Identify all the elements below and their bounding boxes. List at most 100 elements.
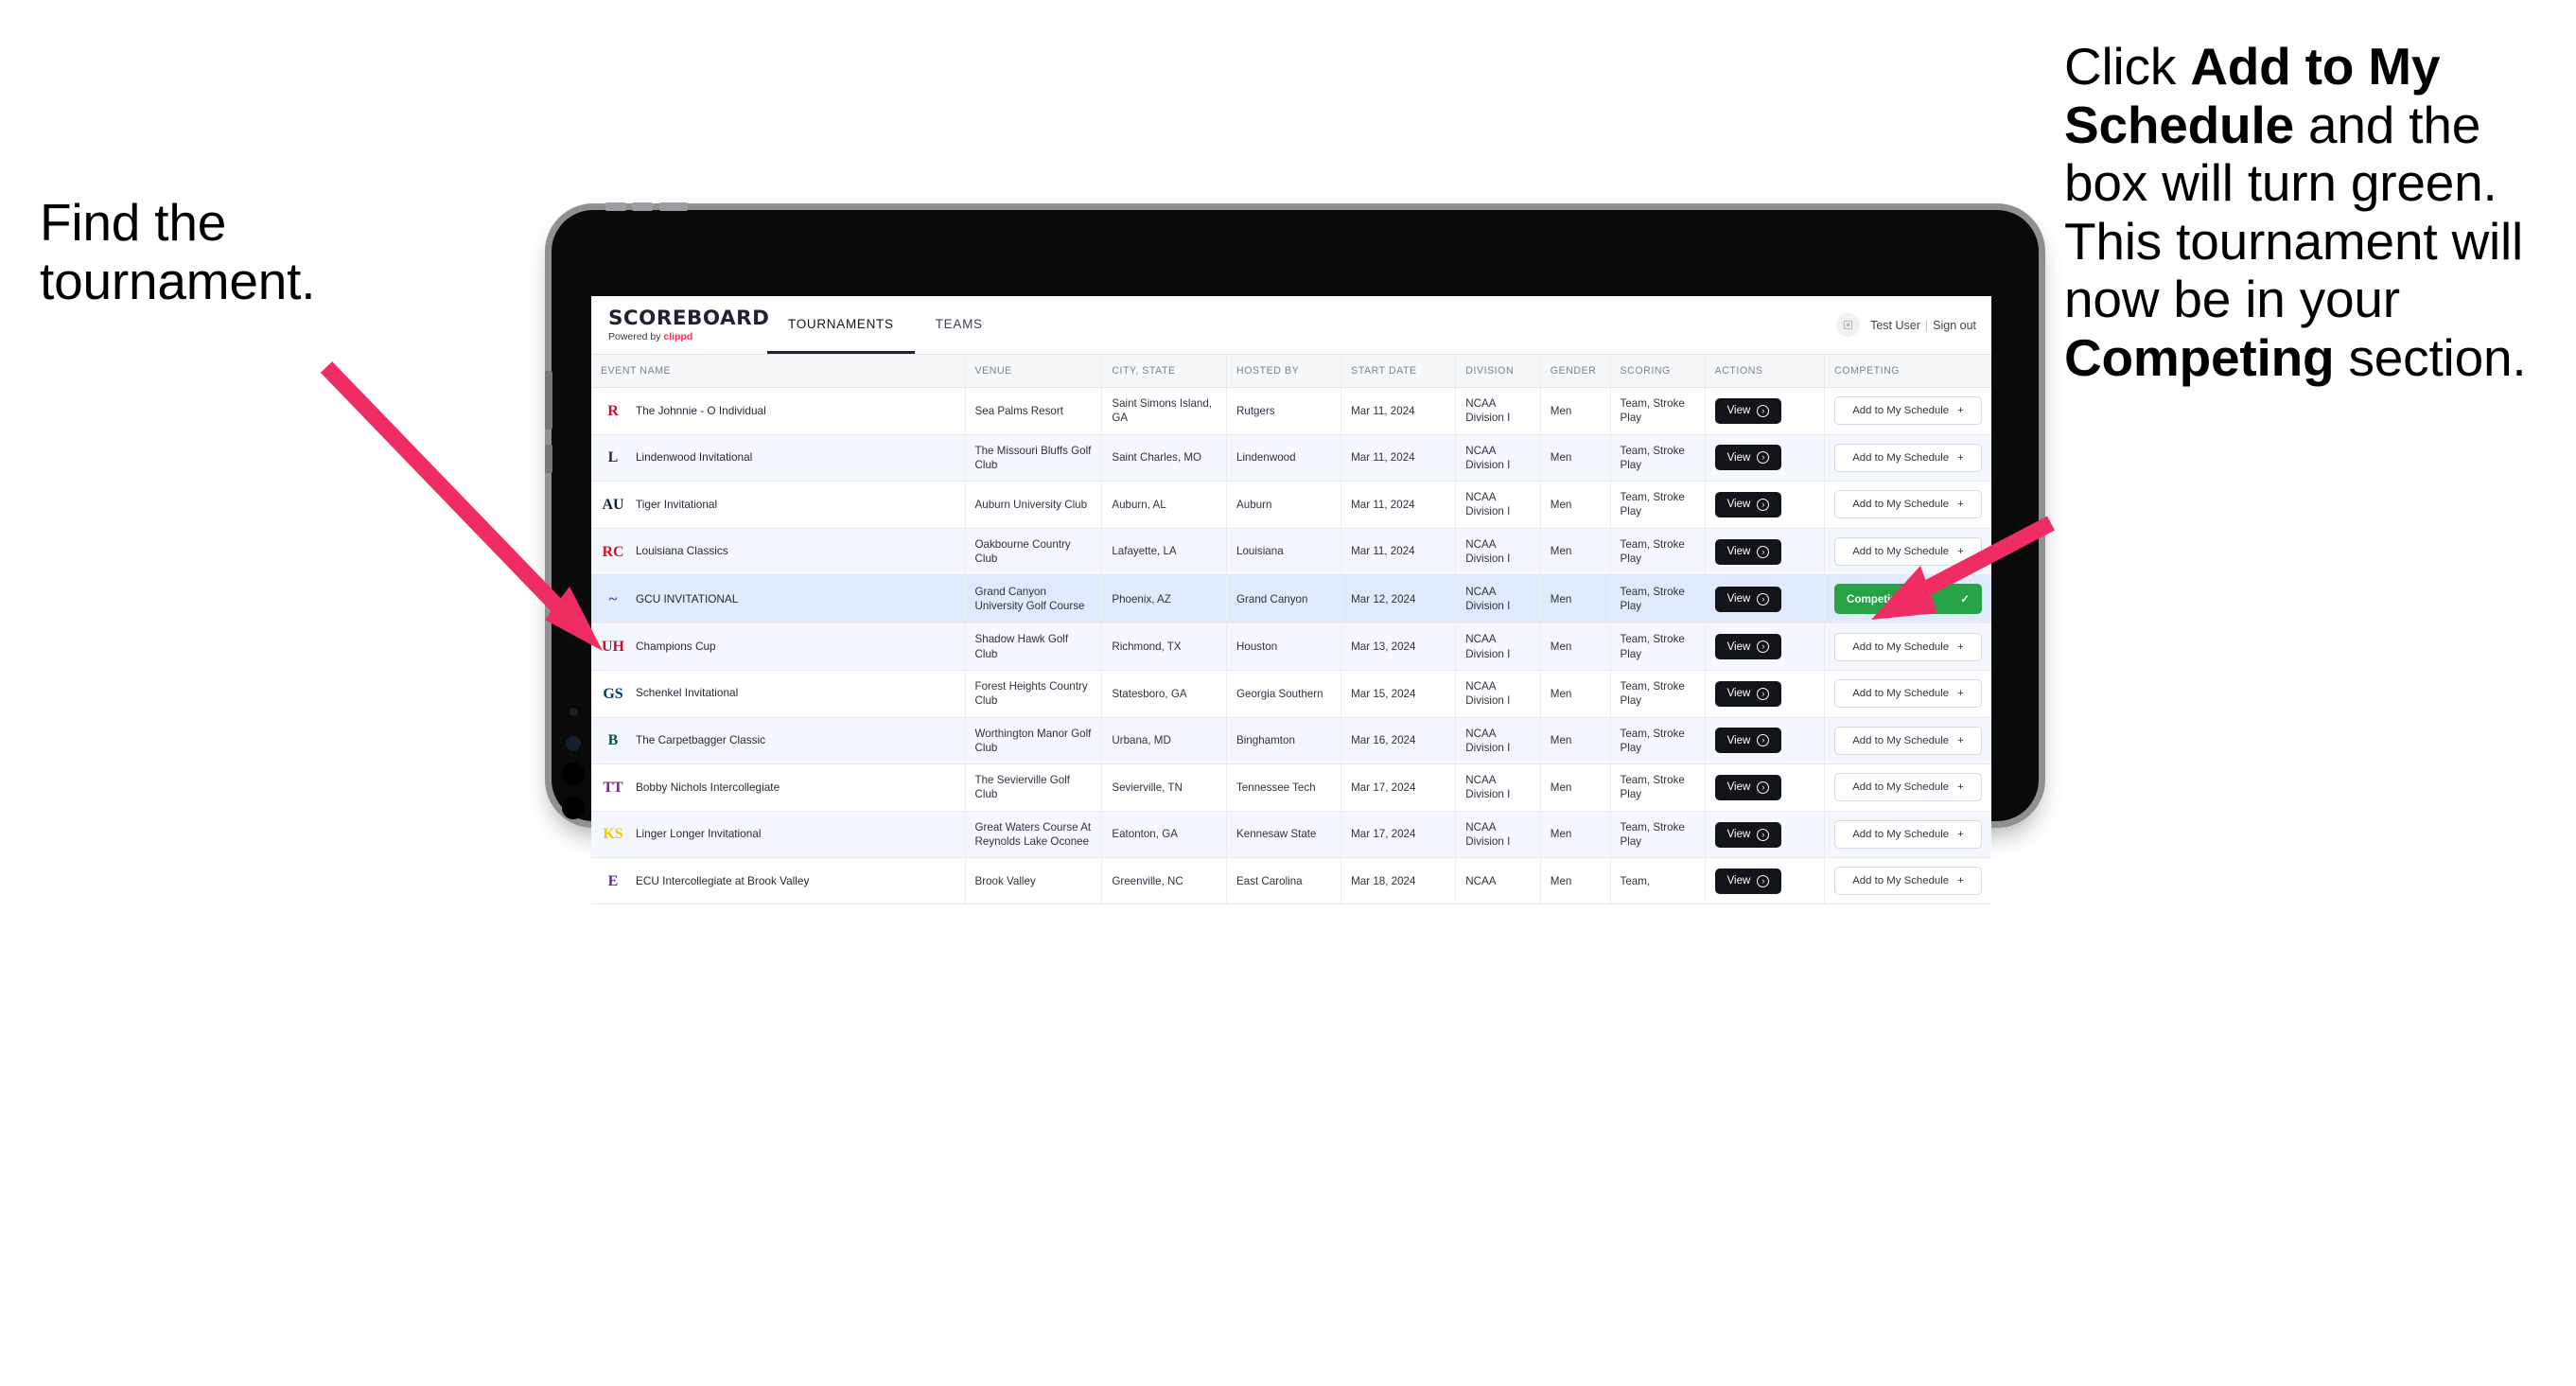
- cell-event-name: R The Johnnie - O Individual: [591, 387, 966, 435]
- view-button[interactable]: View ›: [1714, 634, 1782, 660]
- tab-tournaments[interactable]: TOURNAMENTS: [767, 296, 915, 354]
- table-row[interactable]: ~ GCU INVITATIONAL Grand Canyon University…: [591, 574, 1991, 624]
- power-button[interactable]: [659, 202, 688, 211]
- cell-start-date: Mar 17, 2024: [1341, 811, 1457, 859]
- volume-up-button[interactable]: [605, 202, 626, 211]
- view-button[interactable]: View ›: [1714, 397, 1782, 424]
- competing-badge-button[interactable]: Competing ✓: [1833, 584, 1982, 615]
- view-button[interactable]: View ›: [1714, 774, 1782, 800]
- view-button-label: View: [1726, 875, 1751, 887]
- cell-city-state: Phoenix, AZ: [1101, 574, 1228, 624]
- view-button[interactable]: View ›: [1714, 586, 1782, 612]
- sign-out-link[interactable]: Sign out: [1933, 319, 1976, 332]
- add-to-my-schedule-label: Add to My Schedule: [1852, 734, 1950, 746]
- cell-actions: View ›: [1705, 763, 1825, 812]
- side-button-bottom[interactable]: [545, 445, 552, 473]
- arrow-right-icon: ›: [1757, 874, 1770, 887]
- table-row[interactable]: UH Champions Cup Shadow Hawk Golf Club Rich…: [591, 623, 1991, 671]
- view-button[interactable]: View ›: [1714, 680, 1782, 707]
- cell-competing: Competing ✓: [1824, 574, 1991, 624]
- cell-competing: Add to My Schedule +: [1824, 857, 1991, 905]
- add-to-my-schedule-button[interactable]: Add to My Schedule +: [1833, 490, 1982, 519]
- plus-icon: +: [1957, 405, 1964, 417]
- plus-icon: +: [1957, 734, 1964, 746]
- table-row[interactable]: RC Louisiana Classics Oakbourne Country Cl…: [591, 528, 1991, 576]
- team-logo-icon: ~: [608, 590, 618, 607]
- view-button[interactable]: View ›: [1714, 491, 1782, 518]
- cell-hosted-by: Lindenwood: [1226, 434, 1342, 482]
- add-to-my-schedule-button[interactable]: Add to My Schedule +: [1833, 537, 1982, 567]
- table-row[interactable]: GS Schenkel Invitational Forest Heights Co…: [591, 670, 1991, 718]
- cell-venue: Sea Palms Resort: [965, 387, 1103, 435]
- table-row[interactable]: KS Linger Longer Invitational Great Waters…: [591, 811, 1991, 859]
- view-button-label: View: [1726, 781, 1751, 794]
- table-row[interactable]: AU Tiger Invitational Auburn University Cl…: [591, 481, 1991, 529]
- cell-competing: Add to My Schedule +: [1824, 763, 1991, 812]
- cell-scoring: Team, Stroke Play: [1610, 670, 1706, 718]
- cell-venue: Oakbourne Country Club: [965, 528, 1103, 576]
- speaker-hole-1: [562, 763, 585, 785]
- cell-division: NCAA Division I: [1455, 434, 1541, 482]
- arrow-right-icon: ›: [1757, 640, 1770, 654]
- cell-venue: Worthington Manor Golf Club: [965, 717, 1103, 765]
- annotation-left: Find the tournament.: [40, 193, 447, 310]
- cell-venue: Brook Valley: [965, 857, 1103, 905]
- add-to-my-schedule-button[interactable]: Add to My Schedule +: [1833, 679, 1982, 709]
- plus-icon: +: [1957, 640, 1964, 653]
- view-button[interactable]: View ›: [1714, 728, 1782, 754]
- view-button[interactable]: View ›: [1714, 445, 1782, 471]
- view-button[interactable]: View ›: [1714, 821, 1782, 848]
- plus-icon: +: [1957, 875, 1964, 887]
- cell-gender: Men: [1540, 811, 1611, 859]
- team-logo-icon: E: [607, 872, 619, 889]
- add-to-my-schedule-label: Add to My Schedule: [1852, 499, 1950, 511]
- table-row[interactable]: B The Carpetbagger Classic Worthington Man…: [591, 717, 1991, 765]
- screenshot-root: Find the tournament. Click Add to My Sch…: [0, 0, 2576, 1386]
- column-header-start-date: START DATE: [1341, 355, 1457, 388]
- column-header-scoring: SCORING: [1610, 355, 1706, 388]
- volume-down-button[interactable]: [632, 202, 653, 211]
- table-row[interactable]: E ECU Intercollegiate at Brook Valley Broo…: [591, 857, 1991, 905]
- add-to-my-schedule-button[interactable]: Add to My Schedule +: [1833, 867, 1982, 896]
- brand-subtitle: Powered by clippd: [608, 331, 760, 342]
- team-logo-icon: RC: [602, 543, 624, 560]
- side-button-top[interactable]: [545, 371, 552, 430]
- cell-scoring: Team, Stroke Play: [1610, 811, 1706, 859]
- add-to-my-schedule-button[interactable]: Add to My Schedule +: [1833, 820, 1982, 850]
- brand-title: SCOREBOARD: [608, 306, 770, 329]
- header-user-area: Test User | Sign out: [1836, 296, 1991, 354]
- user-avatar-icon[interactable]: [1836, 313, 1861, 337]
- cell-hosted-by: Binghamton: [1226, 717, 1342, 765]
- cell-actions: View ›: [1705, 528, 1825, 576]
- view-button[interactable]: View ›: [1714, 538, 1782, 565]
- add-to-my-schedule-button[interactable]: Add to My Schedule +: [1833, 632, 1982, 661]
- add-to-my-schedule-button[interactable]: Add to My Schedule +: [1833, 443, 1982, 472]
- cell-event-name: B The Carpetbagger Classic: [591, 717, 966, 765]
- column-header-competing: COMPETING: [1824, 355, 1991, 388]
- cell-gender: Men: [1540, 387, 1611, 435]
- add-to-my-schedule-button[interactable]: Add to My Schedule +: [1833, 726, 1982, 755]
- cell-hosted-by: Kennesaw State: [1226, 811, 1342, 859]
- view-button-label: View: [1726, 451, 1751, 464]
- cell-gender: Men: [1540, 670, 1611, 718]
- view-button[interactable]: View ›: [1714, 868, 1782, 894]
- cell-hosted-by: Louisiana: [1226, 528, 1342, 576]
- add-to-my-schedule-button[interactable]: Add to My Schedule +: [1833, 773, 1982, 802]
- table-header-row: EVENT NAME VENUE CITY, STATE HOSTED BY START…: [591, 355, 1991, 388]
- column-header-gender: GENDER: [1540, 355, 1611, 388]
- event-name-label: GCU INVITATIONAL: [636, 591, 739, 605]
- competing-label: Competing: [1846, 592, 1904, 605]
- table-row[interactable]: TT Bobby Nichols Intercollegiate The Sevie…: [591, 763, 1991, 812]
- cell-gender: Men: [1540, 528, 1611, 576]
- cell-scoring: Team,: [1610, 857, 1706, 905]
- arrow-right-icon: ›: [1757, 734, 1770, 747]
- arrow-right-icon: ›: [1757, 545, 1770, 558]
- table-row[interactable]: R The Johnnie - O Individual Sea Palms Res…: [591, 387, 1991, 435]
- table-row[interactable]: L Lindenwood Invitational The Missouri Blu…: [591, 434, 1991, 482]
- cell-venue: Grand Canyon University Golf Course: [965, 574, 1103, 624]
- plus-icon: +: [1957, 688, 1964, 700]
- arrow-right-icon: ›: [1757, 404, 1770, 417]
- add-to-my-schedule-button[interactable]: Add to My Schedule +: [1833, 396, 1982, 426]
- tab-teams[interactable]: TEAMS: [915, 296, 1004, 354]
- cell-actions: View ›: [1705, 434, 1825, 482]
